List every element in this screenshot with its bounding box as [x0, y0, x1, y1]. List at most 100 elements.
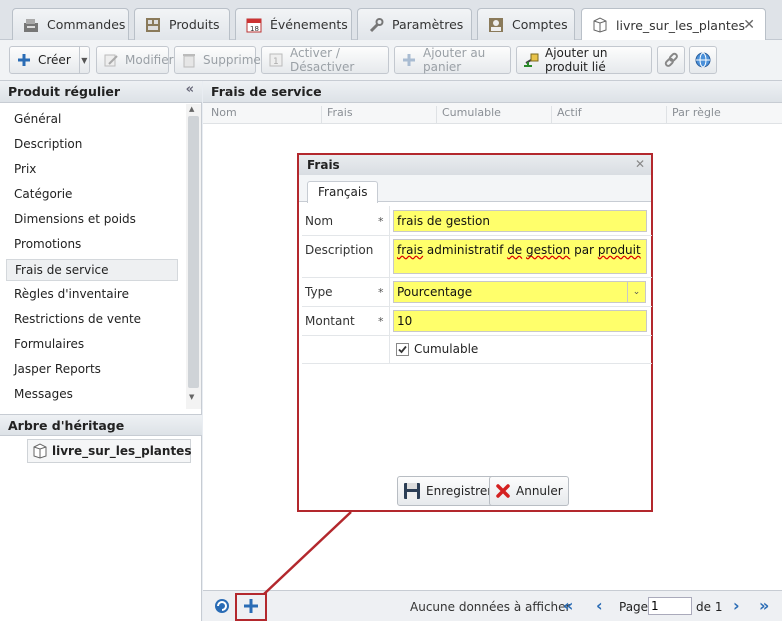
sidebar-item[interactable]: Règles d'inventaire [6, 284, 178, 306]
page-label: Page [619, 600, 649, 614]
tab-francais[interactable]: Français [307, 181, 379, 203]
empty-message: Aucune données à afficher [410, 600, 571, 614]
cumulable-checkbox[interactable]: Cumulable [396, 342, 478, 356]
sidebar-item[interactable]: Jasper Reports [6, 359, 178, 381]
sidebar-item-label: Formulaires [14, 337, 85, 351]
plus-icon [243, 598, 259, 617]
name-field[interactable]: frais de gestion [393, 210, 647, 232]
amount-label: Montant [305, 314, 355, 328]
cancel-button[interactable]: Annuler [489, 476, 569, 506]
close-icon[interactable]: ✕ [743, 17, 755, 33]
sidebar-item[interactable]: Catégorie [6, 184, 178, 206]
chain-link-icon [663, 52, 679, 68]
tab-parametres[interactable]: Paramètres [357, 8, 472, 40]
type-value: Pourcentage [397, 285, 473, 299]
dialog-title: Frais [307, 158, 340, 172]
scroll-up-icon[interactable]: ▲ [189, 105, 194, 113]
column-header-par-regle[interactable]: Par règle [666, 106, 721, 123]
sidebar-item-label: Messages [14, 387, 73, 401]
sidebar-item[interactable]: Messages [6, 384, 178, 406]
panel-title: Produit régulier [8, 84, 121, 99]
amount-field[interactable]: 10 [393, 310, 647, 332]
sidebar-item-label: Frais de service [15, 263, 109, 277]
sidebar-item-label: Catégorie [14, 187, 73, 201]
tree-node[interactable]: livre_sur_les_plantes [27, 439, 191, 463]
add-fee-button[interactable] [235, 593, 267, 621]
sidebar-item-label: Général [14, 112, 62, 126]
tab-comptes[interactable]: Comptes [477, 8, 575, 40]
toolbar: Créer ▼ Modifier Supprimer 1 Activer / D… [0, 40, 782, 81]
close-icon[interactable]: ✕ [635, 157, 645, 171]
column-header-cumulable[interactable]: Cumulable [436, 106, 501, 123]
tab-commandes[interactable]: Commandes [12, 8, 129, 40]
sidebar-item[interactable]: Restrictions de vente [6, 309, 178, 331]
type-select[interactable]: Pourcentage ⌄ [393, 281, 646, 303]
tree-node-label: livre_sur_les_plantes [52, 444, 192, 458]
panel-header: Produit régulier « [0, 81, 202, 103]
sidebar-item[interactable]: Général [6, 109, 178, 131]
chevron-down-icon[interactable]: ▼ [78, 47, 89, 73]
sidebar-item-label: Promotions [14, 237, 82, 251]
sidebar-item[interactable]: Description [6, 134, 178, 156]
checkbox-checked-icon [396, 342, 409, 356]
chevron-down-icon[interactable]: ⌄ [627, 282, 645, 302]
scrollbar-thumb[interactable] [188, 116, 199, 388]
delete-button[interactable]: Supprimer [174, 46, 266, 74]
product-box-icon [592, 17, 608, 33]
refresh-icon[interactable] [213, 597, 231, 618]
tab-evenements[interactable]: 18 Événements [235, 8, 352, 40]
save-button[interactable]: Enregistrer [397, 476, 499, 506]
page-number-input[interactable] [648, 597, 692, 615]
description-label: Description [305, 243, 374, 257]
row-divider [302, 306, 652, 307]
left-panel: Produit régulier « Général Description Pri… [0, 81, 202, 621]
trash-icon [181, 52, 197, 68]
last-page-icon[interactable]: » [759, 596, 769, 615]
next-page-icon[interactable]: › [733, 596, 740, 615]
sidebar-item[interactable]: Prix [6, 159, 178, 181]
tab-label: livre_sur_les_plantes [616, 17, 745, 33]
toggle-label: Activer / Désactiver [290, 46, 355, 74]
tab-livre-sur-les-plantes[interactable]: livre_sur_les_plantes ✕ [581, 8, 766, 41]
sidebar-item[interactable]: Formulaires [6, 334, 178, 356]
sidebar-item[interactable]: Promotions [6, 234, 178, 256]
edit-icon [103, 52, 119, 68]
tab-label: Paramètres [392, 17, 464, 32]
tab-produits[interactable]: Produits [134, 8, 230, 40]
tab-label: Commandes [47, 17, 126, 32]
first-page-icon[interactable]: « [563, 596, 573, 615]
collapse-icon[interactable]: « [186, 82, 194, 97]
products-icon [145, 17, 161, 33]
sidebar-item[interactable]: Frais de service [6, 259, 178, 281]
sidebar-item-label: Restrictions de vente [14, 312, 142, 326]
column-header-actif[interactable]: Actif [551, 106, 582, 123]
scroll-down-icon[interactable]: ▼ [189, 393, 194, 401]
dialog-header: Frais ✕ [299, 155, 651, 175]
link-button[interactable] [657, 46, 685, 74]
column-header-nom[interactable]: Nom [206, 106, 237, 123]
add-to-cart-button[interactable]: Ajouter au panier [394, 46, 511, 74]
cancel-label: Annuler [516, 484, 563, 498]
wrench-icon [368, 17, 384, 33]
sidebar-item[interactable]: Dimensions et poids [6, 209, 178, 231]
toggle-active-button[interactable]: 1 Activer / Désactiver [261, 46, 389, 74]
previous-page-icon[interactable]: ‹ [596, 596, 603, 615]
tree-title: Arbre d'héritage [8, 418, 125, 433]
add-linked-product-button[interactable]: Ajouter un produit lié [516, 46, 652, 74]
tab-label: Comptes [512, 17, 568, 32]
description-text: administratif [423, 243, 508, 257]
globe-button[interactable] [689, 46, 717, 74]
row-divider [302, 363, 652, 364]
svg-text:18: 18 [250, 25, 259, 33]
delete-label: Supprimer [203, 53, 266, 67]
column-header-frais[interactable]: Frais [321, 106, 353, 123]
sidebar-item-label: Dimensions et poids [14, 212, 136, 226]
description-text: par [570, 243, 598, 257]
calendar-icon: 18 [246, 17, 262, 33]
modify-button[interactable]: Modifier [96, 46, 174, 74]
description-field[interactable]: frais administratif de gestion par produ… [393, 239, 647, 274]
toggle-icon: 1 [268, 52, 284, 68]
plus-icon [401, 52, 417, 68]
create-button[interactable]: Créer ▼ [9, 46, 90, 74]
add-linked-label: Ajouter un produit lié [545, 46, 608, 74]
